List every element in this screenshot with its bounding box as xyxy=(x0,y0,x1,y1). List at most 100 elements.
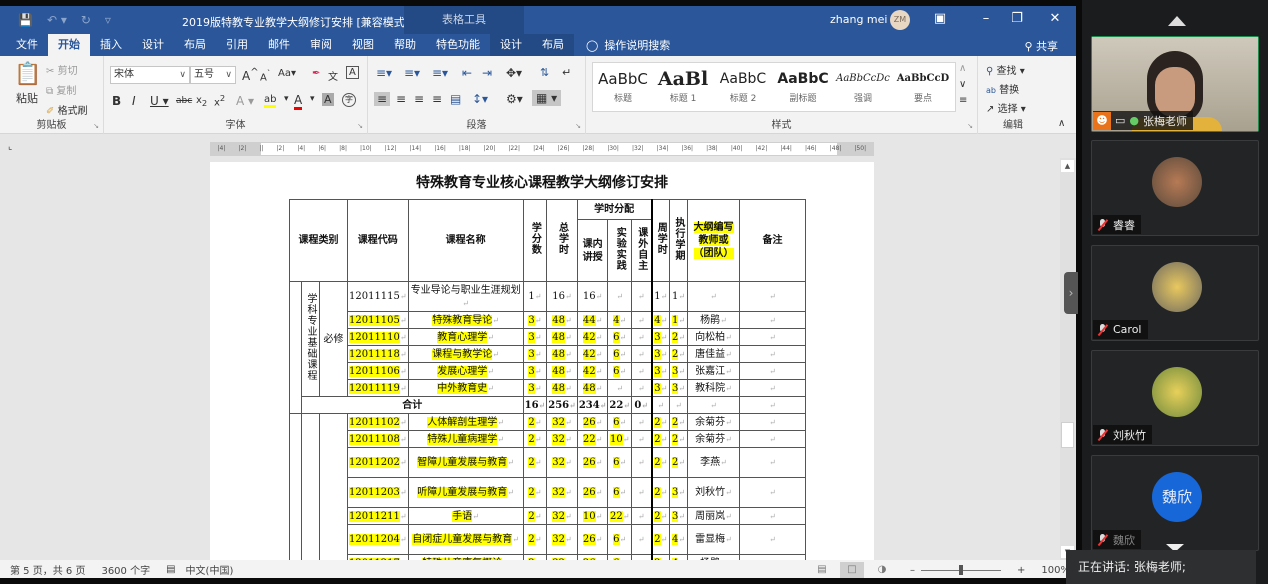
course-code[interactable]: 12011119↵ xyxy=(347,379,409,397)
increase-indent-icon[interactable]: ⇥ xyxy=(482,66,492,80)
tell-me-search[interactable]: ◯ 操作说明搜索 xyxy=(586,37,670,53)
course-name[interactable]: 教育心理学↵ xyxy=(407,328,524,346)
course-name[interactable]: 智障儿童发展与教育↵ xyxy=(407,447,524,478)
format-painter-button[interactable]: ✐ 格式刷 xyxy=(46,102,88,117)
total-hours[interactable]: 48↵ xyxy=(546,311,578,329)
course-code[interactable]: 12011118↵ xyxy=(347,345,409,363)
align-right-icon[interactable]: ≡ xyxy=(414,92,424,106)
video-tile[interactable]: Carol xyxy=(1091,245,1259,341)
web-layout-icon[interactable]: ◑ xyxy=(870,562,894,578)
total-hours[interactable]: 32↵ xyxy=(546,507,578,525)
video-tile-speaker[interactable]: ☻ ▭ ● 张梅老师 xyxy=(1091,36,1259,132)
italic-button[interactable]: I xyxy=(132,94,136,108)
total-hours[interactable]: 32↵ xyxy=(546,447,578,478)
extra-hours[interactable]: ↵ xyxy=(631,362,653,380)
text-effects-icon[interactable]: A ▾ xyxy=(236,94,254,108)
course-code[interactable]: 12011203↵ xyxy=(347,477,409,508)
bullets-icon[interactable]: ≡▾ xyxy=(376,66,392,80)
replace-button[interactable]: ab 替换 xyxy=(986,81,1019,96)
user-name[interactable]: zhang mei xyxy=(830,13,887,26)
avatar[interactable]: ZM xyxy=(890,10,910,30)
total-hours[interactable]: 16↵ xyxy=(546,281,578,312)
restore-icon[interactable]: ❐ xyxy=(1007,11,1027,26)
redo-icon[interactable]: ↻ xyxy=(81,13,91,27)
semester[interactable]: 1↵ xyxy=(669,311,689,329)
extra-hours[interactable]: ↵ xyxy=(631,345,653,363)
extra-hours[interactable]: ↵ xyxy=(631,430,653,448)
tab-help[interactable]: 帮助 xyxy=(384,34,426,56)
semester[interactable]: 2↵ xyxy=(669,430,689,448)
total-hours[interactable]: 32↵ xyxy=(546,477,578,508)
shrink-font-button[interactable]: A` xyxy=(260,68,271,83)
author[interactable]: 余菊芬↵ xyxy=(687,413,741,431)
author[interactable]: 周丽岚↵ xyxy=(687,507,741,525)
subtotal-lecture[interactable]: 234↵ xyxy=(576,396,609,414)
save-icon[interactable]: 💾 xyxy=(18,13,33,27)
lecture-hours[interactable]: 42↵ xyxy=(576,345,609,363)
notes[interactable]: ↵ xyxy=(739,524,807,555)
extra-hours[interactable]: ↵ xyxy=(631,413,653,431)
tab-layout[interactable]: 布局 xyxy=(174,34,216,56)
lecture-hours[interactable]: 26↵ xyxy=(576,447,609,478)
weekly-hours[interactable]: 3↵ xyxy=(651,362,671,380)
superscript-button[interactable]: x2 xyxy=(214,93,225,108)
course-code[interactable]: 12011105↵ xyxy=(347,311,409,329)
subtotal-credits[interactable]: 16↵ xyxy=(522,396,548,414)
justify-icon[interactable]: ≡ xyxy=(432,92,442,106)
tab-mailings[interactable]: 邮件 xyxy=(258,34,300,56)
bold-button[interactable]: B xyxy=(112,94,121,108)
total-hours[interactable]: 32↵ xyxy=(546,430,578,448)
credits[interactable]: 2↵ xyxy=(522,447,548,478)
course-name[interactable]: 手语↵ xyxy=(407,507,524,525)
notes[interactable]: ↵ xyxy=(739,447,807,478)
language[interactable]: 中文(中国) xyxy=(186,562,234,577)
credits[interactable]: 2↵ xyxy=(522,430,548,448)
semester[interactable]: 1↵ xyxy=(669,281,689,312)
document-page[interactable]: 特殊教育专业核心课程教学大纲修订安排 课程类别 课程代码 课程名称 学分数 总学… xyxy=(210,162,874,560)
style-subtitle[interactable]: AaBbC 副标题 xyxy=(773,67,833,104)
author[interactable]: 张嘉江↵ xyxy=(687,362,741,380)
course-name[interactable]: 自闭症儿童发展与教育↵ xyxy=(407,524,524,555)
lecture-hours[interactable]: 44↵ xyxy=(576,311,609,329)
highlight-color-icon[interactable]: ab xyxy=(264,94,277,108)
notes[interactable]: ↵ xyxy=(739,345,807,363)
dialog-launcher-icon[interactable]: ↘ xyxy=(575,122,581,130)
lecture-hours[interactable]: 26↵ xyxy=(576,413,609,431)
course-name[interactable]: 听障儿童发展与教育↵ xyxy=(407,477,524,508)
credits[interactable]: 2↵ xyxy=(522,524,548,555)
zoom-out-button[interactable]: – xyxy=(910,565,915,576)
subtotal-extra[interactable]: 0↵ xyxy=(631,396,653,414)
font-name-select[interactable]: 宋体 ∨ xyxy=(110,66,190,84)
share-button[interactable]: ⚲ 共享 xyxy=(1024,38,1058,54)
copy-button[interactable]: ⧉ 复制 xyxy=(46,82,76,97)
course-name[interactable]: 人体解剖生理学↵ xyxy=(407,413,524,431)
lecture-hours[interactable]: 16↵ xyxy=(576,281,609,312)
phonetic-guide-icon[interactable]: 文 xyxy=(328,68,338,83)
lab-hours[interactable]: 6↵ xyxy=(607,345,633,363)
notes[interactable]: ↵ xyxy=(739,328,807,346)
lecture-hours[interactable]: 10↵ xyxy=(576,507,609,525)
course-name[interactable]: 中外教育史↵ xyxy=(407,379,524,397)
weekly-hours[interactable]: 2↵ xyxy=(651,447,671,478)
semester[interactable]: 2↵ xyxy=(669,345,689,363)
dialog-launcher-icon[interactable]: ↘ xyxy=(357,122,363,130)
read-mode-icon[interactable]: ▤ xyxy=(810,562,834,578)
credits[interactable]: 2↵ xyxy=(522,413,548,431)
semester[interactable]: 4↵ xyxy=(669,524,689,555)
line-spacing-icon[interactable]: ↕▾ xyxy=(472,92,488,106)
notes[interactable]: ↵ xyxy=(739,396,807,414)
course-code[interactable]: 12011211↵ xyxy=(347,507,409,525)
total-hours[interactable]: 48↵ xyxy=(546,362,578,380)
lab-hours[interactable]: ↵ xyxy=(607,281,633,312)
notes[interactable]: ↵ xyxy=(739,430,807,448)
style-heading-1[interactable]: AaBl 标题 1 xyxy=(653,67,713,104)
extra-hours[interactable]: ↵ xyxy=(631,311,653,329)
underline-button[interactable]: U ▾ xyxy=(150,94,169,108)
print-layout-icon[interactable]: □ xyxy=(840,562,865,578)
clear-format-icon[interactable]: ✒ xyxy=(312,68,320,79)
styles-more-icon[interactable]: ≡ xyxy=(959,95,967,106)
author[interactable]: 向松柏↵ xyxy=(687,328,741,346)
notes[interactable]: ↵ xyxy=(739,281,807,312)
distributed-icon[interactable]: ▤ xyxy=(450,92,461,106)
proofing-icon[interactable]: ▤ xyxy=(166,564,175,575)
